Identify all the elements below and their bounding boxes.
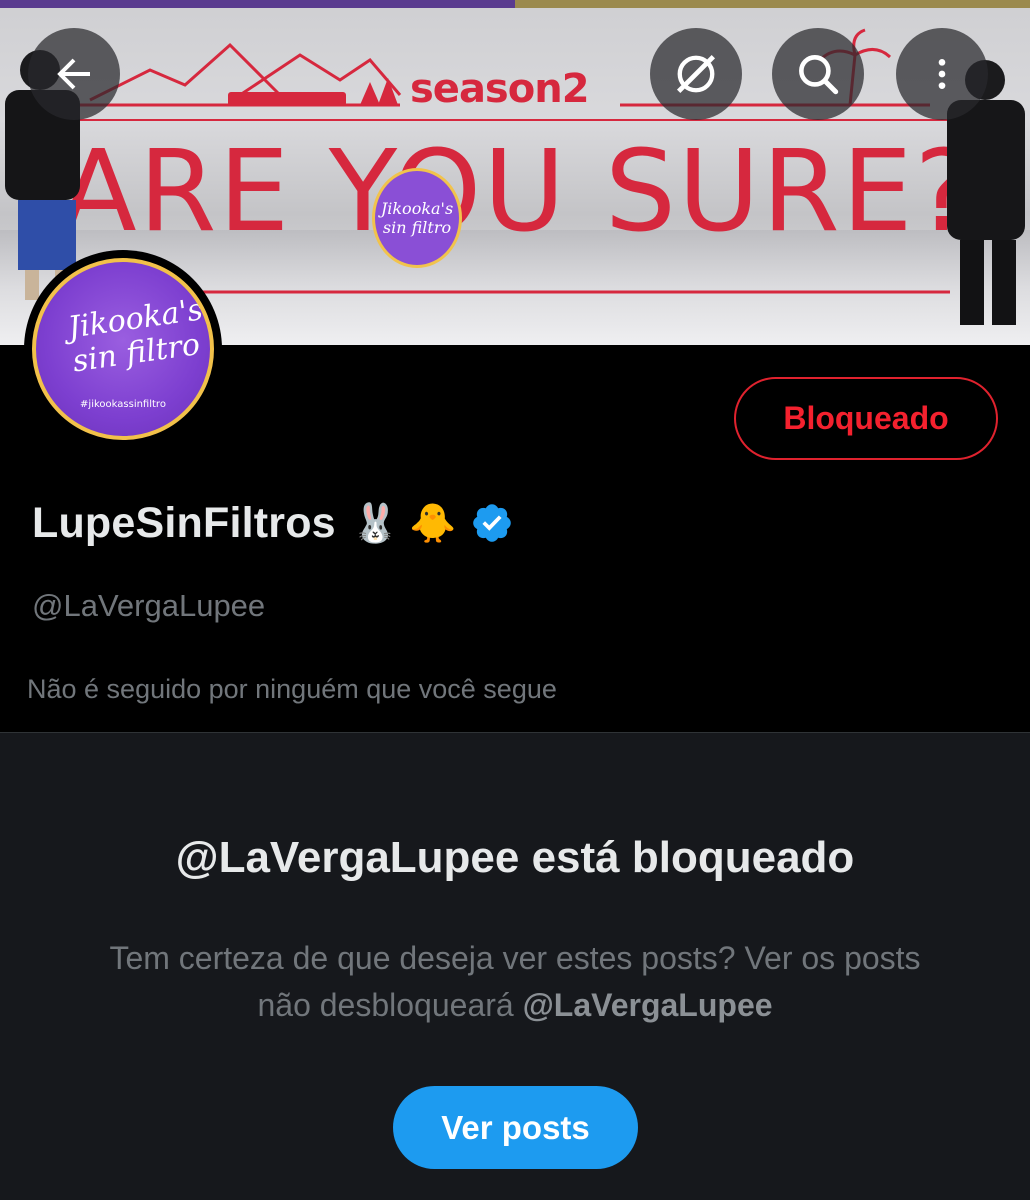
more-button[interactable] (896, 28, 988, 120)
avatar-tag: #jikookassinfiltro (80, 399, 166, 410)
rabbit-emoji-icon: 🐰 (351, 500, 400, 545)
grok-button[interactable] (650, 28, 742, 120)
chick-emoji-icon: 🐥 (409, 500, 457, 545)
grok-icon (676, 54, 716, 94)
blocked-button[interactable]: Bloqueado (734, 377, 998, 460)
blocked-title: @LaVergaLupee está bloqueado (175, 833, 855, 882)
profile-avatar[interactable]: Jikooka's sin filtro #jikookassinfiltro (24, 250, 222, 448)
followers-you-know-note: Não é seguido por ninguém que você segue (27, 674, 557, 704)
blocked-description-text: Tem certeza de que deseja ver estes post… (109, 940, 921, 1023)
view-posts-button[interactable]: Ver posts (393, 1086, 638, 1169)
search-icon (799, 55, 839, 95)
banner-logo: Jikooka's sin filtro (372, 168, 462, 268)
arrow-left-icon (57, 58, 90, 90)
banner-logo-text: Jikooka's sin filtro (380, 199, 454, 237)
profile-handle: @LaVergaLupee (32, 588, 266, 623)
banner-title-text: ARE YOU SURE?! (60, 127, 1023, 257)
more-vertical-icon (938, 59, 946, 89)
display-name: LupeSinFiltros (32, 498, 336, 547)
blocked-notice-section: @LaVergaLupee está bloqueado Tem certeza… (0, 732, 1030, 1200)
display-name-row: LupeSinFiltros 🐰 🐥 (32, 495, 514, 551)
blocked-description-handle: @LaVergaLupee (522, 987, 773, 1023)
banner-season-text: season2 (410, 66, 590, 112)
verified-badge-icon[interactable] (470, 501, 514, 545)
blocked-description: Tem certeza de que deseja ver estes post… (90, 935, 940, 1029)
avatar-image: Jikooka's sin filtro #jikookassinfiltro (32, 258, 214, 440)
search-button[interactable] (772, 28, 864, 120)
avatar-text: Jikooka's sin filtro (65, 292, 206, 380)
back-button[interactable] (28, 28, 120, 120)
